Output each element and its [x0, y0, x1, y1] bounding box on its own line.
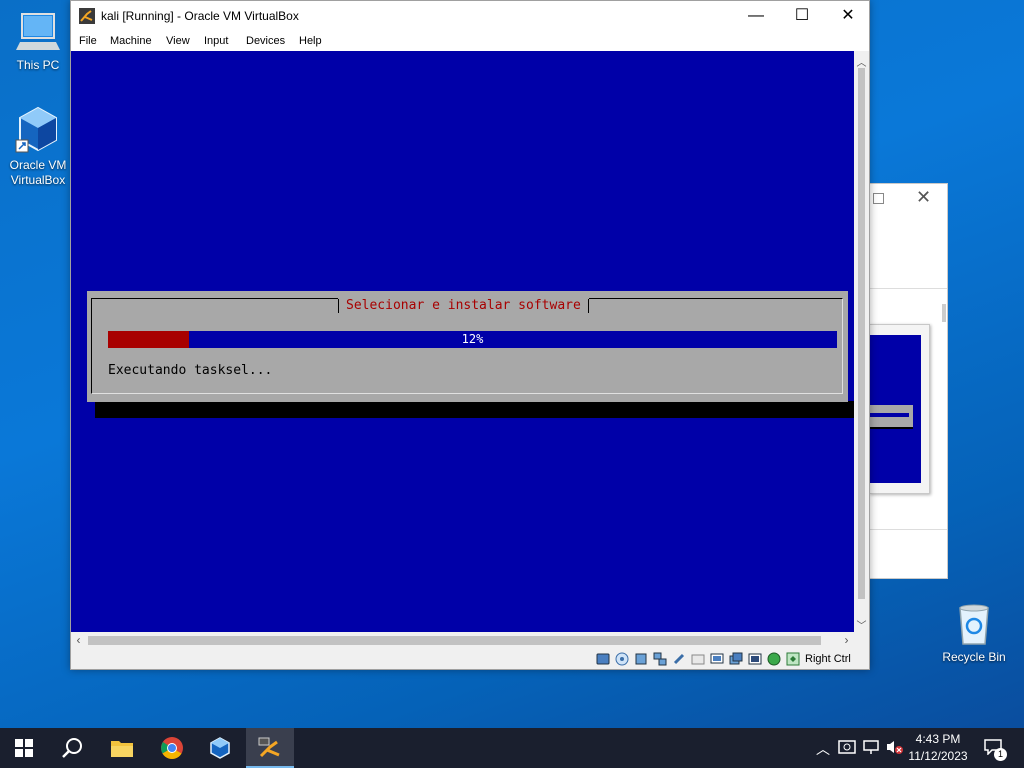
- minimize-icon: —: [748, 7, 764, 24]
- desktop-icon-this-pc[interactable]: This PC: [0, 8, 76, 73]
- close-icon: ✕: [841, 7, 855, 24]
- search-button[interactable]: [48, 728, 96, 768]
- virtualbox-taskbar-button[interactable]: [196, 728, 244, 768]
- window-title: kali [Running] - Oracle VM VirtualBox: [101, 9, 299, 23]
- host-key-label[interactable]: Right Ctrl: [805, 653, 851, 665]
- vm-preview-dialog: [869, 405, 913, 429]
- menu-file[interactable]: File: [79, 35, 97, 47]
- scroll-left-icon[interactable]: ‹: [71, 632, 86, 649]
- optical-drive-icon[interactable]: [614, 651, 630, 667]
- maximize-icon[interactable]: [873, 193, 884, 204]
- clock-time: 4:43 PM: [915, 732, 961, 746]
- chrome-icon: [161, 737, 183, 759]
- divider: [869, 288, 947, 289]
- close-button[interactable]: ✕: [825, 1, 871, 31]
- window-titlebar[interactable]: kali [Running] - Oracle VM VirtualBox — …: [71, 1, 869, 31]
- cpu-icon[interactable]: [766, 651, 782, 667]
- desktop-icon-virtualbox[interactable]: Oracle VM VirtualBox: [0, 104, 76, 188]
- notification-count-badge: 1: [994, 748, 1007, 761]
- notification-center-button[interactable]: 1: [976, 728, 1024, 768]
- menu-machine[interactable]: Machine: [110, 35, 152, 47]
- network-icon[interactable]: [652, 651, 668, 667]
- mouse-integration-icon[interactable]: [785, 651, 801, 667]
- virtualbox-vm-window[interactable]: kali [Running] - Oracle VM VirtualBox — …: [70, 0, 870, 670]
- vm-display[interactable]: Selecionar e instalar software 12% Execu…: [71, 51, 854, 632]
- security-icon[interactable]: [838, 739, 856, 755]
- scroll-right-icon[interactable]: ›: [839, 632, 854, 649]
- menu-view[interactable]: View: [166, 35, 190, 47]
- vm-preview: [869, 324, 930, 494]
- menu-input[interactable]: Input: [204, 35, 228, 47]
- installer-dialog-frame: Selecionar e instalar software 12% Execu…: [91, 298, 843, 394]
- background-window[interactable]: ✕: [868, 183, 948, 579]
- maximize-button[interactable]: ☐: [779, 1, 825, 31]
- audio-icon[interactable]: [633, 651, 649, 667]
- clock-date: 11/12/2023: [908, 749, 968, 763]
- recording-icon[interactable]: [747, 651, 763, 667]
- divider: [869, 529, 947, 530]
- chrome-button[interactable]: [148, 728, 196, 768]
- kali-icon: [79, 8, 95, 24]
- maximize-icon: ☐: [794, 7, 810, 24]
- chevron-up-icon[interactable]: ︿: [816, 739, 830, 759]
- menu-help[interactable]: Help: [299, 35, 322, 47]
- install-progress-bar: 12%: [108, 331, 837, 348]
- close-icon[interactable]: ✕: [916, 187, 931, 208]
- vm-preview-screen: [869, 335, 921, 483]
- desktop-icon-recycle-bin[interactable]: Recycle Bin: [936, 600, 1012, 665]
- search-icon: [62, 738, 82, 758]
- vertical-scrollbar[interactable]: ︿ ﹀: [854, 51, 869, 632]
- kali-vm-taskbar-button[interactable]: [246, 728, 294, 768]
- dialog-shadow: [95, 401, 854, 418]
- usb-icon[interactable]: [671, 651, 687, 667]
- scrollbar[interactable]: [942, 304, 946, 322]
- scroll-up-icon[interactable]: ︿: [854, 54, 869, 69]
- start-button[interactable]: [0, 728, 48, 768]
- scrollbar-corner: [854, 632, 869, 649]
- shared-folders-icon[interactable]: [690, 651, 706, 667]
- menu-bar: File Machine View Input Devices Help: [71, 31, 869, 51]
- installer-dialog-title: Selecionar e instalar software: [338, 298, 589, 314]
- display-icon[interactable]: [709, 651, 725, 667]
- kali-vm-icon: [258, 737, 280, 758]
- network-icon[interactable]: [862, 739, 880, 755]
- progress-text: 12%: [461, 332, 484, 346]
- recycle-bin-icon: [959, 604, 989, 645]
- virtualbox-icon: [15, 106, 57, 153]
- horizontal-scroll-thumb[interactable]: [88, 636, 821, 645]
- clock[interactable]: 4:43 PM 11/12/2023: [902, 731, 974, 765]
- installer-dialog: Selecionar e instalar software 12% Execu…: [87, 291, 848, 402]
- start-icon: [15, 739, 33, 757]
- taskbar: ︿ 4:43 PM 11/12/2023 1: [0, 728, 1024, 768]
- vm-status-bar: Right Ctrl: [71, 649, 869, 669]
- file-explorer-button[interactable]: [98, 728, 146, 768]
- hard-disk-icon[interactable]: [595, 651, 611, 667]
- desktop-icon-label: This PC: [16, 58, 60, 72]
- desktop-icon-label: Oracle VM VirtualBox: [9, 158, 67, 187]
- background-window-titlebar[interactable]: ✕: [869, 184, 947, 214]
- file-explorer-icon: [111, 741, 133, 757]
- virtualbox-icon: [210, 737, 230, 759]
- video-capture-icon[interactable]: [728, 651, 744, 667]
- system-tray: ︿: [812, 728, 912, 768]
- scroll-down-icon[interactable]: ﹀: [854, 617, 869, 632]
- desktop-icon-label: Recycle Bin: [942, 650, 1006, 664]
- installer-status-message: Executando tasksel...: [108, 363, 273, 378]
- vertical-scroll-thumb[interactable]: [858, 68, 865, 599]
- menu-devices[interactable]: Devices: [246, 35, 285, 47]
- horizontal-scrollbar[interactable]: ‹ ›: [71, 632, 854, 649]
- minimize-button[interactable]: —: [733, 1, 779, 31]
- this-pc-icon: [16, 13, 60, 50]
